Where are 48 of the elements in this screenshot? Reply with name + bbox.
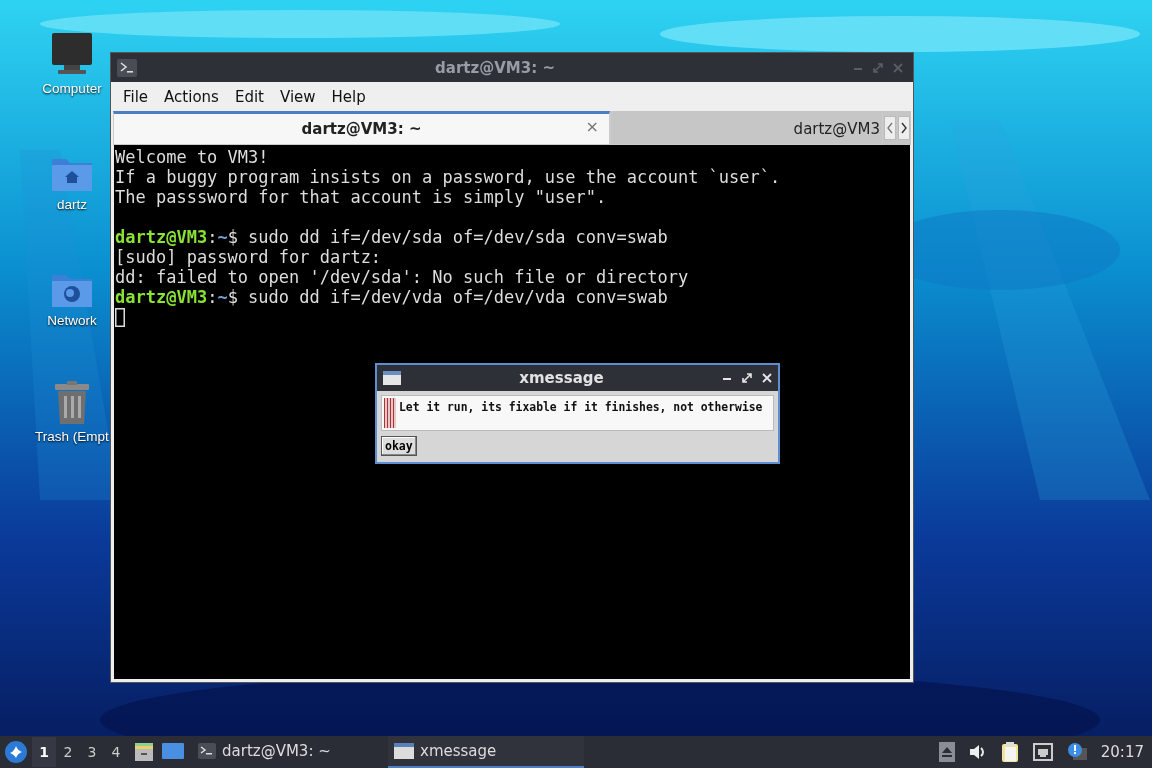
menu-item[interactable]: Actions <box>156 87 227 106</box>
trash-icon <box>53 381 91 425</box>
eject-icon[interactable] <box>938 742 955 762</box>
taskbar-button[interactable]: xmessage <box>388 736 584 768</box>
terminal-tab[interactable]: dartz@VM3 <box>610 111 883 145</box>
window-icon <box>394 743 414 759</box>
terminal-line: dartz@VM3:~$ sudo dd if=/dev/vda of=/dev/vda conv=swab <box>115 287 668 307</box>
file-cabinet-icon[interactable] <box>134 742 154 762</box>
taskbar-button[interactable]: dartz@VM3: ~ <box>192 736 388 768</box>
desktop-icon[interactable] <box>162 742 184 760</box>
menu-item[interactable]: Help <box>323 87 374 106</box>
workspace-button[interactable]: 3 <box>80 737 104 767</box>
menu-item[interactable]: View <box>271 87 324 106</box>
window-title: dartz@VM3: ~ <box>434 58 556 77</box>
tab-label: dartz@VM3 <box>793 120 880 138</box>
speaker-icon[interactable] <box>968 744 987 760</box>
network-port-icon[interactable] <box>1032 743 1053 761</box>
terminal-line: If a buggy program insists on a password, use the account `user`. <box>115 167 781 187</box>
clipboard-icon[interactable] <box>1000 742 1019 762</box>
terminal-tab[interactable]: dartz@VM3: ~ × <box>113 111 610 145</box>
window-title: xmessage <box>518 369 605 387</box>
workspace-button[interactable]: 2 <box>56 737 80 767</box>
workspace-button[interactable]: 1 <box>32 737 56 767</box>
clock[interactable]: 20:17 <box>1100 743 1144 761</box>
window-icon <box>383 371 401 385</box>
terminal-icon <box>198 743 216 759</box>
tab-close-button[interactable]: × <box>585 117 599 136</box>
chevron-right-icon[interactable] <box>898 116 910 140</box>
notification-icon[interactable] <box>1066 742 1087 762</box>
terminal-line: The passsword for that account is simply "user". <box>115 187 607 207</box>
menu-item[interactable]: Edit <box>226 87 272 106</box>
terminal-line: dd: failed to open '/dev/sda': No such file or directory <box>115 267 689 287</box>
message-text: Let it run, its fixable if it finishes, not otherwise <box>399 400 763 414</box>
monitor-icon <box>50 31 94 77</box>
menu-item[interactable]: File <box>115 87 157 106</box>
cursor-icon <box>115 307 125 327</box>
desktop-icon-label[interactable]: Trash (Empt <box>35 429 109 444</box>
terminal-icon <box>117 58 137 77</box>
desktop-icon-label[interactable]: Network <box>47 313 97 328</box>
scrollbar-icon <box>384 398 396 428</box>
start-menu-icon[interactable] <box>5 741 27 763</box>
tab-label: dartz@VM3: ~ <box>301 120 422 138</box>
terminal-line: [sudo] password for dartz: <box>115 247 382 267</box>
okay-button[interactable]: okay <box>381 436 417 456</box>
workspace-button[interactable]: 4 <box>104 737 128 767</box>
terminal-line: Welcome to VM3! <box>115 147 269 167</box>
terminal-line: dartz@VM3:~$ sudo dd if=/dev/sda of=/dev/sda conv=swab <box>115 227 668 247</box>
chevron-left-icon[interactable] <box>884 116 896 140</box>
